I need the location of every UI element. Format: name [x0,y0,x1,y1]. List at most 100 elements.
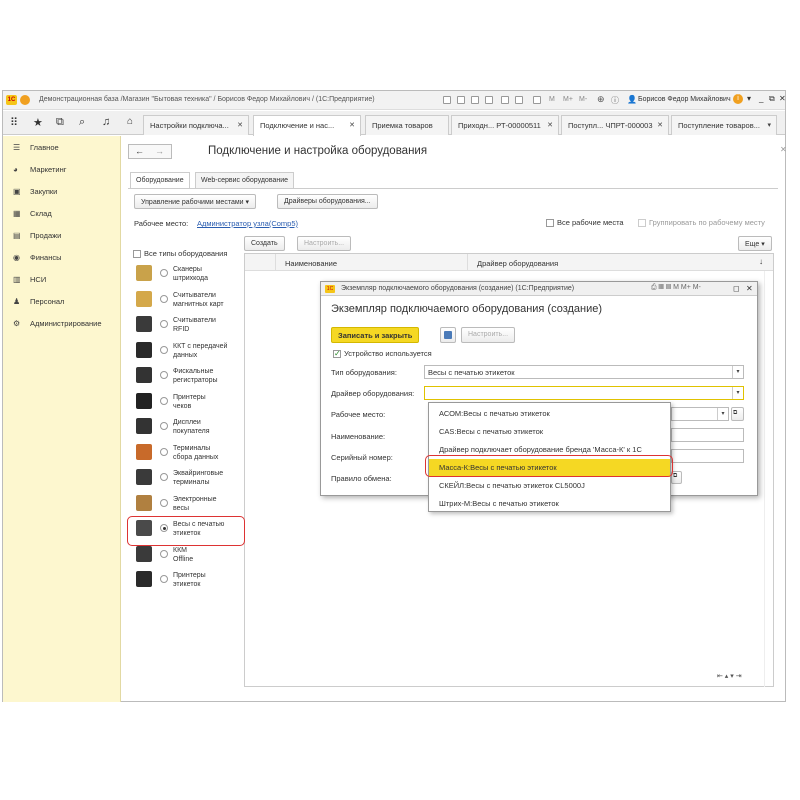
equipment-type-label[interactable]: Эквайринговые терминалы [173,469,223,487]
driver-field[interactable]: ▾ [424,386,744,400]
close-icon[interactable]: ✕ [237,121,243,129]
checkbox[interactable] [133,250,141,259]
user-name[interactable]: Борисов Федор Михайлович [638,96,731,103]
dialog-configure-button[interactable]: Настроить... [461,327,516,343]
table-icon[interactable] [515,96,523,104]
checkbox[interactable] [546,219,554,228]
equipment-type-label[interactable]: Электронные весы [173,495,217,513]
menu-circle-icon[interactable] [20,95,30,105]
history-icon[interactable]: ⧉ [56,116,64,129]
col-driver[interactable]: Драйвер оборудования [477,259,558,268]
type-field[interactable]: Весы с печатью этикеток ▾ [424,365,744,379]
equipment-type-radio[interactable] [160,447,168,456]
equipment-type-label[interactable]: Принтеры чеков [173,393,206,411]
equipment-type-label[interactable]: Считыватели магнитных карт [173,291,224,309]
close-icon[interactable]: ✕ [780,145,787,154]
dropdown-icon[interactable]: ▾ [732,387,743,399]
sidebar-item-marketing[interactable]: ◕ Маркетинг [13,165,66,174]
sidebar-item-warehouse[interactable]: ▦ Склад [13,209,52,218]
manage-workplaces-button[interactable]: Управление рабочими местами ▾ [134,194,257,209]
dropdown-option[interactable]: Штрих-М:Весы с печатью этикеток [429,495,670,513]
close-icon[interactable]: ✕ [746,284,753,293]
sidebar-item-admin[interactable]: ⚙ Администрирование [13,319,102,328]
equipment-type-radio[interactable] [160,549,168,558]
all-workplaces-checkbox[interactable]: Все рабочие места [546,218,624,228]
sidebar-item-main[interactable]: ☰ Главное [13,143,59,152]
sidebar-item-sales[interactable]: ▤ Продажи [13,231,61,240]
dropdown-icon[interactable]: ▾ [747,94,751,103]
serial-field[interactable] [671,449,744,463]
workplace-field[interactable]: ▾ [671,407,729,421]
scrollbar[interactable] [764,271,774,687]
print-icon[interactable] [457,96,465,104]
star-icon[interactable]: ★ [33,116,43,129]
dropdown-option[interactable]: CAS:Весы с печатью этикеток [429,423,670,441]
sidebar-item-finance[interactable]: ◉ Финансы [13,253,62,262]
apps-grid-icon[interactable]: ⠿ [10,116,18,129]
back-arrow-icon[interactable]: ← [135,146,144,156]
all-types-checkbox[interactable]: Все типы оборудования [133,249,227,259]
col-name[interactable]: Наименование [285,259,337,268]
home-icon[interactable]: ⌂ [127,116,133,127]
tab-connection[interactable]: Подключение и нас... ✕ [253,115,361,136]
dropdown-option[interactable]: СКЕЙЛ:Весы с печатью этикеток CL5000J [429,477,670,495]
close-icon[interactable]: ✕ [779,94,786,103]
dropdown-icon[interactable]: ▾ [767,121,771,129]
sidebar-item-personnel[interactable]: ♟ Персонал [13,297,64,306]
search-icon[interactable]: ⌕ [79,116,85,129]
tab-settings[interactable]: Настройки подключа... ✕ [143,115,249,135]
equipment-type-label[interactable]: Дисплеи покупателя [173,418,210,436]
save-icon[interactable] [485,96,493,104]
equipment-type-radio[interactable] [160,498,168,507]
configure-button[interactable]: Настроить... [297,236,352,251]
toolbar-icons[interactable]: ⎙ ▦ ▤ M M+ M- [651,284,701,292]
table-nav[interactable]: ⇤ ▴ ▾ ⇥ [717,672,742,680]
create-button[interactable]: Создать [244,236,285,251]
checkbox[interactable] [638,219,646,228]
equipment-type-radio[interactable] [160,422,168,430]
workplace-link[interactable]: Администратор узла(Comp5) [197,219,298,228]
equipment-type-radio[interactable] [160,473,168,481]
equipment-type-label[interactable]: ККТ с передачей данных [173,342,227,360]
close-icon[interactable]: ✕ [547,121,553,129]
save-and-close-button[interactable]: Записать и закрыть [331,327,420,343]
name-field[interactable] [671,428,744,442]
info-small-icon[interactable]: ⓘ [611,95,619,106]
group-checkbox[interactable]: Группировать по рабочему месту [638,218,765,228]
equipment-type-label[interactable]: Принтеры этикеток [173,571,206,589]
calc-icon[interactable] [533,96,541,104]
equipment-type-radio[interactable] [160,269,168,277]
favorite-icon[interactable] [471,96,479,104]
in-use-checkbox[interactable]: ✓ Устройство используется [333,349,432,359]
equipment-type-label[interactable]: Фискальные регистраторы [173,367,218,385]
equipment-type-radio[interactable] [160,575,168,583]
sidebar-item-purchases[interactable]: ▣ Закупки [13,187,57,196]
equipment-type-label[interactable]: ККМ Offline [173,546,193,564]
check-icon[interactable]: ✓ [333,350,341,359]
forward-arrow-icon[interactable]: → [155,146,164,156]
tab-equipment[interactable]: Оборудование [130,172,190,188]
memory-icon[interactable]: M [549,96,555,103]
memory-plus-icon[interactable]: M+ [563,96,573,103]
tab-arrival[interactable]: Поступл... ЧПРТ-000003 ✕ [561,115,669,135]
minimize-icon[interactable]: _ [759,94,763,103]
close-icon[interactable]: ✕ [657,121,663,129]
equipment-type-radio[interactable] [160,371,168,379]
dropdown-option[interactable]: АСОМ:Весы с печатью этикеток [429,405,670,423]
equipment-type-label[interactable]: Сканеры штрихкода [173,265,208,283]
sidebar-item-catalog[interactable]: ▥ НСИ [13,275,46,284]
bell-icon[interactable]: ♫ [102,116,110,128]
dropdown-icon[interactable]: ▾ [717,408,728,420]
equipment-type-label[interactable]: Считыватели RFID [173,316,216,334]
tab-receipt[interactable]: Приемка товаров [365,115,449,135]
equipment-type-radio[interactable] [160,345,168,354]
maximize-icon[interactable]: ◻ [733,284,740,293]
tab-invoice[interactable]: Приходн... РТ-00000511 ✕ [451,115,559,135]
more-button[interactable]: Еще ▾ [738,236,772,251]
drivers-button[interactable]: Драйверы оборудования... [277,194,378,209]
equipment-type-radio[interactable] [160,294,168,303]
equipment-type-radio[interactable] [160,320,168,328]
tab-web-service[interactable]: Web-сервис оборудование [195,172,295,188]
close-icon[interactable]: ✕ [349,121,355,129]
link-icon[interactable] [443,96,451,104]
